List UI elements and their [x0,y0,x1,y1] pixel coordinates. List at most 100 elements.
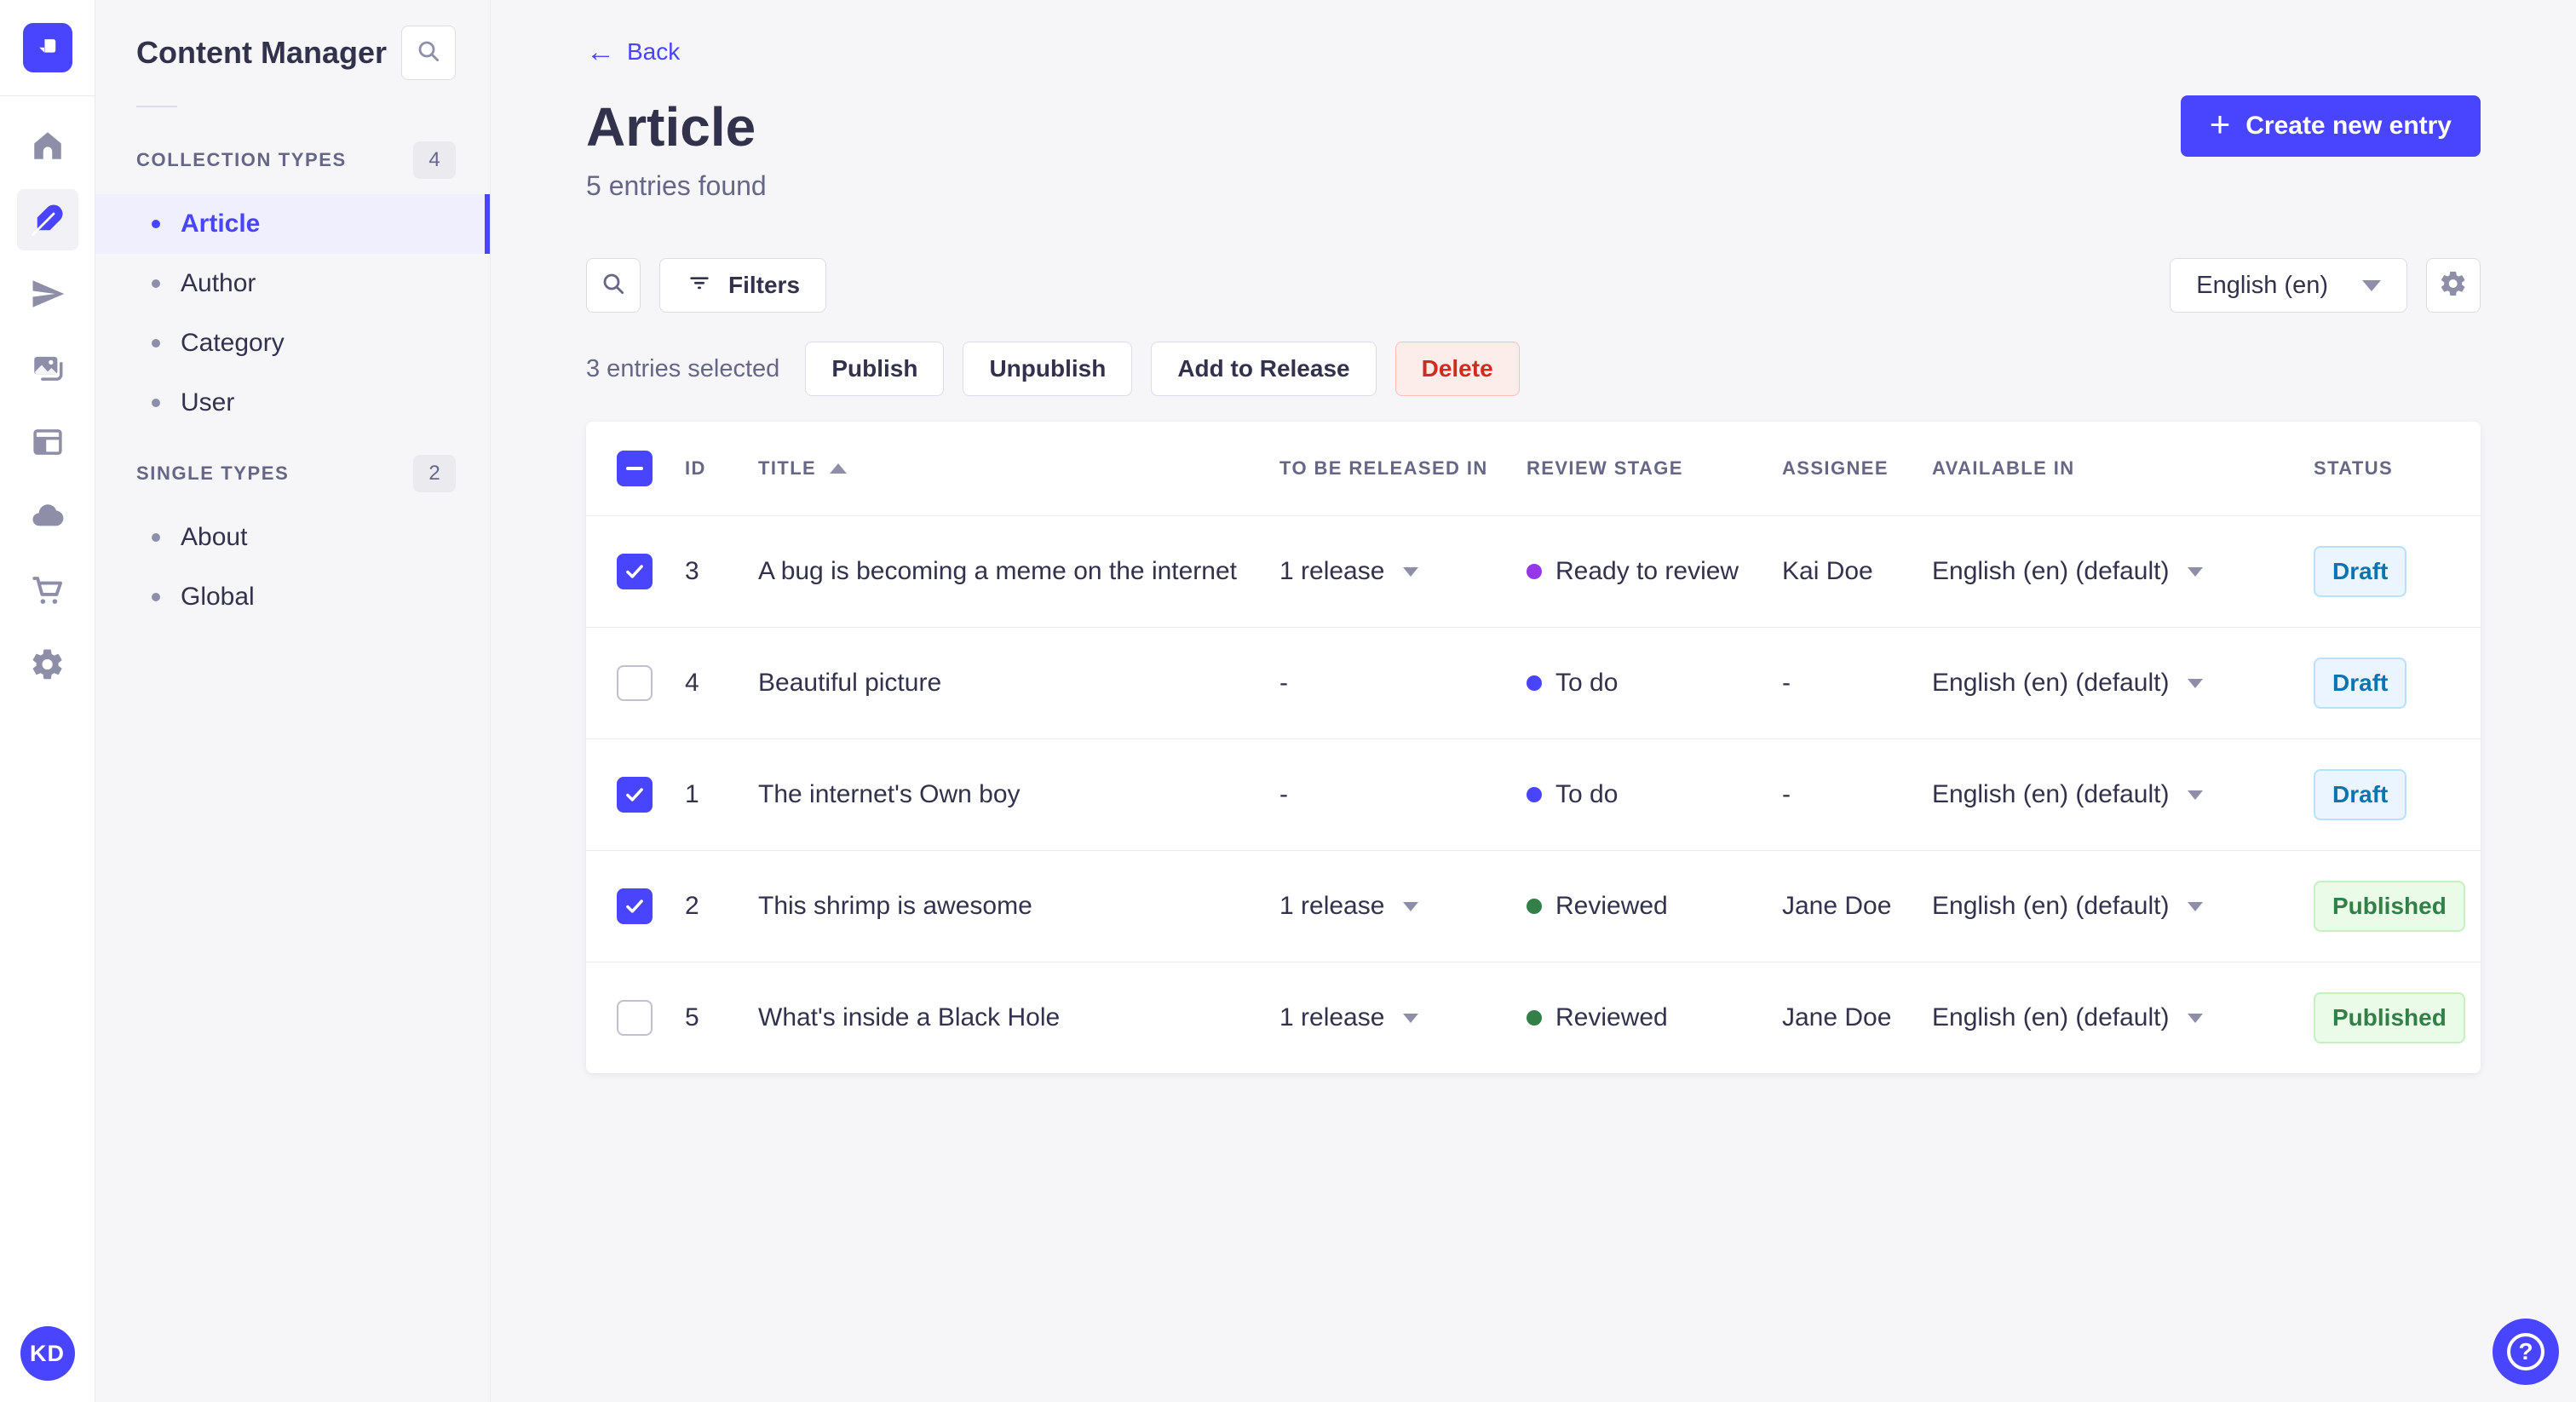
row-id: 3 [685,557,699,585]
row-review-stage: To do [1555,780,1619,808]
table-row[interactable]: 1 The internet's Own boy - To do - Engli… [586,738,2481,850]
view-settings-button[interactable] [2426,258,2481,313]
row-title: What's inside a Black Hole [758,1003,1061,1031]
divider [136,106,177,107]
settings-icon[interactable] [17,634,78,695]
row-title: The internet's Own boy [758,780,1021,808]
create-new-entry-button[interactable]: + Create new entry [2180,95,2481,157]
subnav-item-label: Article [181,210,261,238]
unpublish-button[interactable]: Unpublish [963,342,1133,396]
column-header-status[interactable]: STATUS [2283,457,2479,480]
locale-chevron-down-icon[interactable] [2188,566,2204,577]
status-badge: Draft [2314,546,2407,597]
locale-chevron-down-icon[interactable] [2188,1013,2204,1023]
locale-select[interactable]: English (en) [2170,258,2407,313]
rail-icons [16,115,78,708]
row-id: 5 [685,1003,699,1031]
row-title: A bug is becoming a meme on the internet [758,557,1238,585]
subnav-item-global[interactable]: Global [95,567,490,627]
row-assignee: Jane Doe [1782,892,1892,920]
question-mark-icon: ? [2507,1333,2544,1370]
column-header-review-stage[interactable]: REVIEW STAGE [1496,457,1751,480]
subnav-section: SINGLE TYPES 2 About Global [95,433,490,627]
row-available-in: English (en) (default) [1932,1003,2170,1031]
gear-icon [2439,269,2468,302]
back-link[interactable]: ← Back [586,37,680,66]
add-to-release-button[interactable]: Add to Release [1151,342,1377,396]
table-row[interactable]: 2 This shrimp is awesome 1 release Revie… [586,850,2481,962]
column-header-title[interactable]: TITLE [727,457,1249,480]
row-title: Beautiful picture [758,669,942,697]
help-button[interactable]: ? [2493,1319,2559,1385]
column-header-available-in[interactable]: AVAILABLE IN [1901,457,2283,480]
deploy-icon[interactable] [17,486,78,547]
delete-button[interactable]: Delete [1394,342,1520,396]
bullet-icon [152,593,160,601]
strapi-logo[interactable] [22,23,72,72]
row-review-stage: Reviewed [1555,1003,1668,1031]
locale-chevron-down-icon[interactable] [2188,901,2204,911]
releases-icon[interactable] [17,263,78,325]
subnav-item-category[interactable]: Category [95,313,490,373]
row-checkbox[interactable] [617,665,653,701]
row-review-stage: Ready to review [1555,557,1739,585]
search-icon [415,37,442,69]
subnav-item-user[interactable]: User [95,373,490,433]
row-checkbox[interactable] [617,777,653,813]
table-header-row: ID TITLE TO BE RELEASED IN REVIEW STAGE … [586,422,2481,515]
row-checkbox[interactable] [617,554,653,589]
section-label: COLLECTION TYPES [136,149,347,170]
table-body: 3 A bug is becoming a meme on the intern… [586,515,2481,1073]
row-assignee: Kai Doe [1782,557,1873,585]
publish-button[interactable]: Publish [805,342,945,396]
row-checkbox[interactable] [617,1000,653,1036]
logo-cell [0,0,95,96]
filters-button[interactable]: Filters [659,258,827,313]
table-row[interactable]: 5 What's inside a Black Hole 1 release R… [586,962,2481,1073]
status-badge: Draft [2314,769,2407,820]
review-stage-dot [1527,899,1542,914]
row-release-count: 1 release [1279,1003,1385,1031]
release-chevron-down-icon[interactable] [1403,566,1419,577]
media-library-icon[interactable] [17,337,78,399]
content-manager-icon[interactable] [16,189,78,250]
entries-count: 5 entries found [586,170,767,201]
subnav-item-article[interactable]: Article [95,194,490,254]
bullet-icon [152,279,160,288]
app-root: KD Content Manager COLLECTION TYPES 4 Ar… [0,0,2576,1402]
subnav-item-label: Global [181,583,255,611]
column-header-title-label: TITLE [758,457,817,479]
row-title: This shrimp is awesome [758,892,1032,920]
entries-table: ID TITLE TO BE RELEASED IN REVIEW STAGE … [586,422,2481,1073]
content-type-builder-icon[interactable] [17,411,78,473]
row-available-in: English (en) (default) [1932,780,2170,808]
search-button[interactable] [586,258,641,313]
subnav-search-button[interactable] [401,26,456,80]
user-avatar[interactable]: KD [20,1326,75,1381]
table-row[interactable]: 4 Beautiful picture - To do - English (e… [586,627,2481,738]
locale-chevron-down-icon[interactable] [2188,678,2204,688]
row-checkbox[interactable] [617,888,653,924]
table-row[interactable]: 3 A bug is becoming a meme on the intern… [586,515,2481,627]
row-id: 4 [685,669,699,697]
row-release-count: - [1279,780,1288,808]
locale-chevron-down-icon[interactable] [2188,790,2204,800]
select-all-checkbox[interactable] [617,451,653,486]
row-assignee: - [1782,669,1791,697]
list-toolbar: Filters English (en) [586,258,2481,313]
subnav-item-about[interactable]: About [95,508,490,567]
release-chevron-down-icon[interactable] [1403,1013,1419,1023]
review-stage-dot [1527,1010,1542,1026]
status-badge: Published [2314,881,2465,932]
filter-icon [686,269,713,302]
subnav-item-author[interactable]: Author [95,254,490,313]
column-header-to-be-released-in[interactable]: TO BE RELEASED IN [1249,457,1496,480]
marketplace-icon[interactable] [17,560,78,621]
column-header-assignee[interactable]: ASSIGNEE [1751,457,1901,480]
column-header-id[interactable]: ID [654,457,727,480]
subnav-sections: COLLECTION TYPES 4 Article Author Catego… [95,119,490,627]
home-icon[interactable] [17,115,78,176]
subnav-title: Content Manager [136,35,388,70]
release-chevron-down-icon[interactable] [1403,901,1419,911]
section-count-badge: 4 [413,141,456,179]
